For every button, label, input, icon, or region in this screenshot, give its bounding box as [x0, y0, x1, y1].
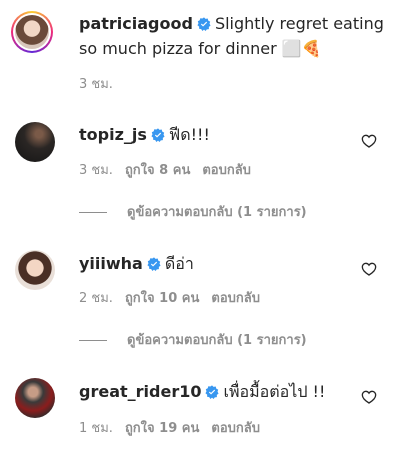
reply-button[interactable]: ตอบกลับ	[202, 163, 251, 178]
caption-text-2: so much pizza for dinner	[79, 39, 277, 58]
heart-icon[interactable]	[361, 133, 377, 149]
comment-meta: 1 ชม. ถูกใจ 19 คน ตอบกลับ	[79, 421, 260, 437]
caption-text: Slightly regret eating	[214, 14, 384, 33]
reply-button[interactable]: ตอบกลับ	[211, 421, 260, 436]
verified-badge-icon	[205, 385, 220, 399]
caption-time[interactable]: 3 ชม.	[79, 77, 113, 92]
heart-icon[interactable]	[361, 389, 377, 405]
comment-username[interactable]: great_rider10	[79, 382, 201, 401]
comment-username[interactable]: yiiiwha	[79, 254, 143, 273]
verified-badge-icon	[151, 128, 165, 142]
likes-count[interactable]: ถูกใจ 8 คน	[125, 163, 190, 178]
likes-count[interactable]: ถูกใจ 19 คน	[125, 421, 199, 436]
comment-line: yiiiwha ดีอ่า	[79, 253, 194, 275]
comment-text: ดีอ่า	[164, 254, 194, 273]
comment-time[interactable]: 2 ชม.	[79, 291, 113, 306]
view-replies-button[interactable]: ดูข้อความตอบกลับ (1 รายการ)	[79, 333, 307, 349]
replies-divider	[79, 212, 107, 213]
caption-line-1: patriciagood Slightly regret eating	[79, 13, 384, 35]
caption-avatar[interactable]	[11, 11, 53, 53]
heart-icon[interactable]	[361, 261, 377, 277]
caption-username[interactable]: patriciagood	[79, 14, 193, 33]
verified-badge-icon	[197, 17, 211, 31]
replies-divider	[79, 340, 107, 341]
comment-meta: 3 ชม. ถูกใจ 8 คน ตอบกลับ	[79, 163, 251, 179]
verified-badge-icon	[147, 257, 161, 271]
comment-text: เพื่อมื้อต่อไป !!	[223, 382, 326, 401]
likes-count[interactable]: ถูกใจ 10 คน	[125, 291, 199, 306]
avatar[interactable]	[15, 378, 55, 418]
comment-meta: 2 ชม. ถูกใจ 10 คน ตอบกลับ	[79, 291, 260, 307]
comment-time[interactable]: 3 ชม.	[79, 163, 113, 178]
comment-time[interactable]: 1 ชม.	[79, 421, 113, 436]
avatar[interactable]	[15, 250, 55, 290]
comment-username[interactable]: topiz_js	[79, 125, 147, 144]
view-replies-button[interactable]: ดูข้อความตอบกลับ (1 รายการ)	[79, 205, 307, 221]
reply-button[interactable]: ตอบกลับ	[211, 291, 260, 306]
comment-line: great_rider10 เพื่อมื้อต่อไป !!	[79, 381, 325, 403]
avatar-image	[15, 15, 49, 49]
caption-line-2: so much pizza for dinner ⬜🍕	[79, 38, 322, 60]
caption-emoji: ⬜🍕	[281, 39, 322, 58]
caption-meta: 3 ชม.	[79, 77, 113, 93]
comment-line: topiz_js ฟีด!!!	[79, 124, 210, 146]
avatar[interactable]	[15, 122, 55, 162]
comment-text: ฟีด!!!	[168, 125, 210, 144]
